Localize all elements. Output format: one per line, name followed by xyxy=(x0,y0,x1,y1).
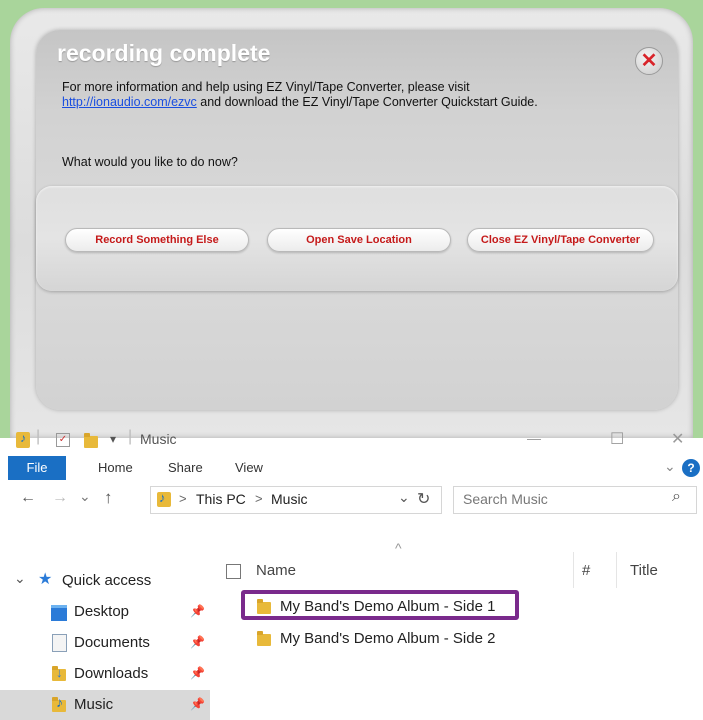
desktop-icon xyxy=(51,605,67,621)
new-folder-icon[interactable] xyxy=(84,433,98,448)
file-name: My Band's Demo Album - Side 2 xyxy=(280,630,496,647)
quick-access-dropdown-icon[interactable]: ▾ xyxy=(110,432,116,446)
search-box[interactable]: Search Music ⌕ xyxy=(453,486,697,514)
folder-icon xyxy=(257,631,271,646)
sidebar-label: Documents xyxy=(74,634,150,651)
sidebar-label: Music xyxy=(74,696,114,713)
address-bar[interactable]: ♪ > This PC > Music ⌄ ↻ xyxy=(150,486,442,514)
back-arrow-icon[interactable]: ← xyxy=(20,489,36,507)
recent-locations-icon[interactable]: ⌄ xyxy=(79,488,91,505)
pin-icon[interactable]: 📌 xyxy=(190,666,205,680)
ribbon-expand-icon[interactable]: ⌄ xyxy=(664,458,676,475)
download-arrow-icon: ↓ xyxy=(56,665,63,680)
tab-home[interactable]: Home xyxy=(98,456,133,480)
pin-icon[interactable]: 📌 xyxy=(190,604,205,618)
ez-converter-window: recording complete ✕ For more informatio… xyxy=(0,0,703,438)
help-icon[interactable]: ? xyxy=(682,459,700,477)
column-name[interactable]: Name xyxy=(256,562,296,579)
ribbon-tabs: File Home Share View ⌄ ? xyxy=(0,456,703,480)
info-suffix: and download the EZ Vinyl/Tape Converter… xyxy=(196,95,538,109)
breadcrumb-this-pc[interactable]: This PC xyxy=(196,491,246,507)
pin-icon[interactable]: 📌 xyxy=(190,697,205,711)
info-text: For more information and help using EZ V… xyxy=(62,80,562,110)
file-explorer-window: ♪ | ✓ ▾ | Music — ☐ ✕ File Home Share Vi… xyxy=(0,428,703,720)
sidebar-label: Desktop xyxy=(74,603,130,620)
music-note-icon: ♪ xyxy=(56,694,63,710)
info-prefix: For more information and help using EZ V… xyxy=(62,80,470,94)
address-row: ← → ⌄ ↑ ♪ > This PC > Music ⌄ ↻ Search M… xyxy=(0,486,703,516)
properties-check-icon[interactable]: ✓ xyxy=(56,433,70,447)
maximize-button[interactable]: ☐ xyxy=(610,429,624,449)
column-title[interactable]: Title xyxy=(630,562,658,579)
sidebar-item-downloads[interactable]: ↓ Downloads 📌 xyxy=(0,659,210,689)
expand-chevron-icon[interactable]: ⌄ xyxy=(14,570,26,587)
column-headers: ^ Name # Title xyxy=(220,540,703,588)
refresh-icon[interactable]: ↻ xyxy=(417,489,430,509)
window-title: Music xyxy=(140,431,177,447)
breadcrumb-music[interactable]: Music xyxy=(271,491,308,507)
star-icon: ★ xyxy=(38,571,53,588)
breadcrumb-sep-icon: > xyxy=(255,491,263,506)
sort-indicator-icon: ^ xyxy=(395,540,402,556)
dialog-title: recording complete xyxy=(57,40,271,66)
sidebar-item-music[interactable]: ♪ Music 📌 xyxy=(0,690,210,720)
forward-arrow-icon[interactable]: → xyxy=(52,489,68,507)
close-icon[interactable]: ✕ xyxy=(635,47,663,75)
tab-file[interactable]: File xyxy=(8,456,66,480)
highlight-box xyxy=(241,590,519,620)
minimize-button[interactable]: — xyxy=(527,430,541,446)
music-note-icon: ♪ xyxy=(20,431,26,445)
sidebar-item-documents[interactable]: Documents 📌 xyxy=(0,628,210,658)
file-row[interactable]: My Band's Demo Album - Side 2 xyxy=(250,628,520,650)
title-bar: ♪ | ✓ ▾ | Music — ☐ ✕ xyxy=(0,428,703,456)
open-save-location-button[interactable]: Open Save Location xyxy=(267,228,451,252)
sidebar-label: Downloads xyxy=(74,665,149,682)
tab-view[interactable]: View xyxy=(235,456,263,480)
prompt-text: What would you like to do now? xyxy=(62,155,238,169)
record-something-else-button[interactable]: Record Something Else xyxy=(65,228,249,252)
breadcrumb-sep-icon: > xyxy=(179,491,187,506)
up-arrow-icon[interactable]: ↑ xyxy=(104,488,113,508)
sidebar-item-desktop[interactable]: Desktop 📌 xyxy=(0,597,210,627)
close-converter-button[interactable]: Close EZ Vinyl/Tape Converter xyxy=(467,228,654,252)
search-icon[interactable]: ⌕ xyxy=(672,488,681,506)
music-note-icon: ♪ xyxy=(159,490,166,505)
pin-icon[interactable]: 📌 xyxy=(190,635,205,649)
sidebar-label: Quick access xyxy=(62,572,152,589)
search-input[interactable]: Search Music xyxy=(463,491,548,507)
address-dropdown-icon[interactable]: ⌄ xyxy=(398,489,410,506)
column-number[interactable]: # xyxy=(582,562,590,579)
close-window-button[interactable]: ✕ xyxy=(671,429,684,449)
documents-icon xyxy=(52,634,67,652)
sidebar-item-quick-access[interactable]: ⌄ ★ Quick access xyxy=(0,566,210,596)
help-link[interactable]: http://ionaudio.com/ezvc xyxy=(62,95,197,109)
tab-share[interactable]: Share xyxy=(168,456,203,480)
select-all-checkbox[interactable] xyxy=(226,564,241,579)
